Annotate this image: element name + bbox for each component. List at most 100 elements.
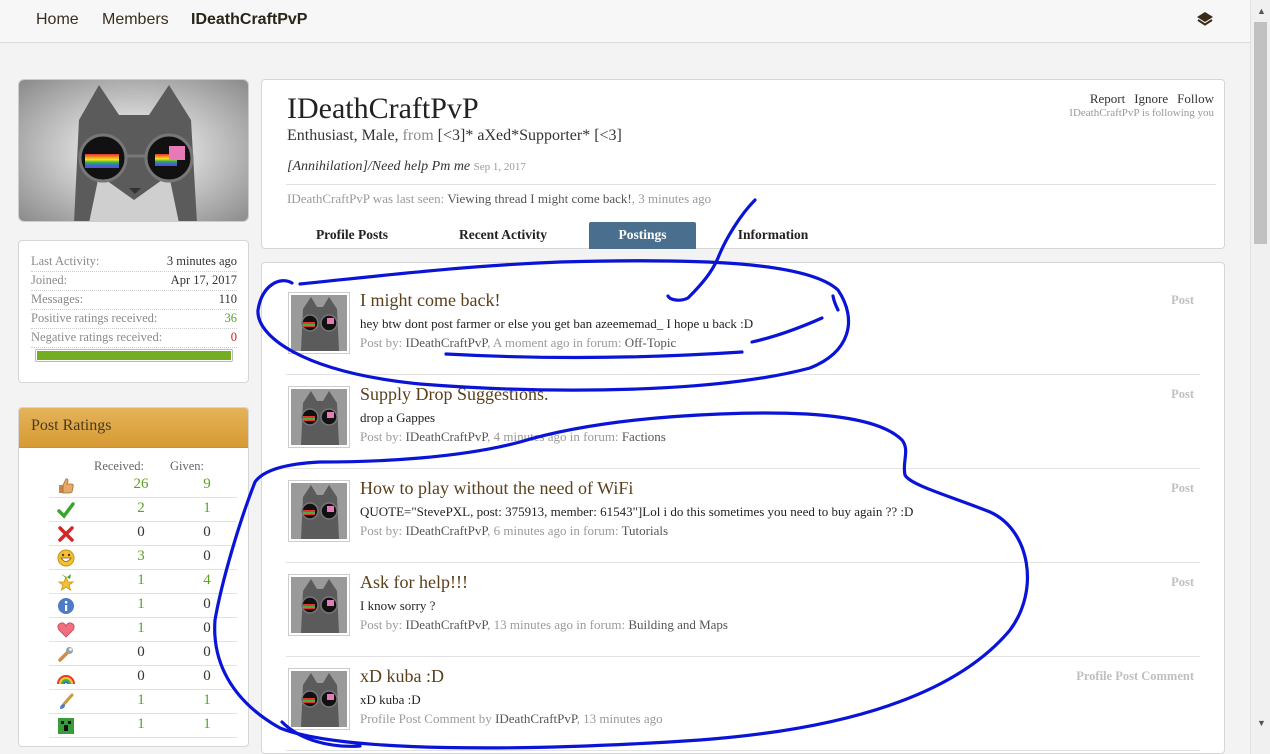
rating-received-count[interactable]: 1 bbox=[111, 716, 171, 733]
scroll-up-arrow-icon[interactable]: ▲ bbox=[1257, 6, 1266, 16]
tab-recent-activity[interactable]: Recent Activity bbox=[448, 222, 558, 249]
rating-given-count[interactable]: 0 bbox=[177, 596, 237, 613]
rating-given-count[interactable]: 1 bbox=[177, 500, 237, 517]
rating-given-count[interactable]: 0 bbox=[177, 668, 237, 685]
stat-value: 3 minutes ago bbox=[166, 254, 237, 268]
posting-author-link[interactable]: IDeathCraftPvP bbox=[406, 523, 488, 538]
member-stats: Last Activity: 3 minutes ago Joined: Apr 1… bbox=[18, 240, 249, 383]
rating-given-count[interactable]: 0 bbox=[177, 524, 237, 541]
nav-members[interactable]: Members bbox=[102, 11, 169, 29]
profile-status: [Annihilation]/Need help Pm me Sep 1, 20… bbox=[287, 159, 526, 175]
funny-face-icon bbox=[57, 549, 75, 567]
posting-forum-link[interactable]: Factions bbox=[622, 429, 666, 444]
posting-title-link[interactable]: How to play without the need of WiFi bbox=[360, 478, 633, 499]
blurb-location: [<3]* aXed*Supporter* [<3] bbox=[433, 127, 622, 144]
rating-given-count[interactable]: 9 bbox=[177, 476, 237, 493]
posting-forum-link[interactable]: Off-Topic bbox=[625, 335, 677, 350]
follow-link[interactable]: Follow bbox=[1177, 91, 1214, 106]
rating-given-count[interactable]: 0 bbox=[177, 620, 237, 637]
stat-positive-ratings: Positive ratings received: 36 bbox=[31, 311, 237, 330]
given-column-header: Given: bbox=[170, 459, 205, 473]
last-seen-prefix: IDeathCraftPvP was last seen: bbox=[287, 191, 448, 206]
check-icon bbox=[57, 501, 75, 519]
header-divider bbox=[286, 184, 1216, 185]
rating-given-count[interactable]: 0 bbox=[177, 548, 237, 565]
last-seen-time: , 3 minutes ago bbox=[631, 191, 712, 206]
thumbs-up-icon bbox=[57, 477, 75, 495]
posting-time: , 13 minutes ago in forum: bbox=[487, 617, 629, 632]
posting-author-avatar[interactable] bbox=[288, 668, 350, 730]
posting-type-label: Post bbox=[1171, 387, 1194, 401]
posting-forum-link[interactable]: Building and Maps bbox=[628, 617, 728, 632]
posting-author-link[interactable]: IDeathCraftPvP bbox=[406, 617, 488, 632]
posting-author-avatar[interactable] bbox=[288, 386, 350, 448]
posting-time: , 4 minutes ago in forum: bbox=[487, 429, 622, 444]
layers-icon[interactable] bbox=[1195, 9, 1215, 29]
posting-title-link[interactable]: Supply Drop Suggestions. bbox=[360, 384, 549, 405]
scrollbar-thumb[interactable] bbox=[1254, 22, 1267, 244]
profile-avatar[interactable] bbox=[18, 79, 249, 222]
nav-current-profile[interactable]: IDeathCraftPvP bbox=[191, 11, 307, 29]
status-text: [Annihilation]/Need help Pm me bbox=[287, 159, 471, 174]
rating-received-count[interactable]: 1 bbox=[111, 596, 171, 613]
rating-row: 26 9 bbox=[49, 474, 237, 498]
tab-postings[interactable]: Postings bbox=[589, 222, 696, 249]
rating-received-count[interactable]: 0 bbox=[111, 644, 171, 661]
rating-received-count[interactable]: 0 bbox=[111, 668, 171, 685]
received-column-header: Received: bbox=[94, 459, 144, 473]
rating-received-count[interactable]: 2 bbox=[111, 500, 171, 517]
posting-by-prefix: Post by: bbox=[360, 335, 406, 350]
posting-title-link[interactable]: xD kuba :D bbox=[360, 666, 444, 687]
posting-item: How to play without the need of WiFi QUOT… bbox=[286, 469, 1200, 563]
nav-home[interactable]: Home bbox=[36, 11, 79, 29]
rating-given-count[interactable]: 0 bbox=[177, 644, 237, 661]
posting-author-avatar[interactable] bbox=[288, 480, 350, 542]
creeper-icon bbox=[57, 717, 75, 735]
posting-by-prefix: Profile Post Comment by bbox=[360, 711, 496, 726]
rating-given-count[interactable]: 1 bbox=[177, 692, 237, 709]
posting-forum-link[interactable]: Tutorials bbox=[622, 523, 668, 538]
posting-time: , A moment ago in forum: bbox=[487, 335, 625, 350]
posting-author-link[interactable]: IDeathCraftPvP bbox=[406, 429, 488, 444]
posting-meta: Post by: IDeathCraftPvP, 6 minutes ago i… bbox=[360, 523, 668, 539]
cross-icon bbox=[57, 525, 75, 543]
scroll-down-arrow-icon[interactable]: ▼ bbox=[1257, 718, 1266, 728]
posting-snippet: xD kuba :D bbox=[360, 692, 421, 707]
rating-received-count[interactable]: 3 bbox=[111, 548, 171, 565]
ignore-link[interactable]: Ignore bbox=[1134, 91, 1168, 106]
stat-negative-ratings: Negative ratings received: 0 bbox=[31, 330, 237, 349]
stat-label: Last Activity: bbox=[31, 254, 100, 268]
rating-given-count[interactable]: 4 bbox=[177, 572, 237, 589]
stat-value: 36 bbox=[224, 311, 238, 325]
postings-feed: I might come back! hey btw dont post farm… bbox=[261, 262, 1225, 754]
last-seen-activity-link[interactable]: Viewing thread I might come back! bbox=[447, 191, 631, 206]
vertical-scrollbar[interactable]: ▲ ▼ bbox=[1250, 0, 1270, 754]
rating-received-count[interactable]: 26 bbox=[111, 476, 171, 493]
posting-meta: Post by: IDeathCraftPvP, 4 minutes ago i… bbox=[360, 429, 666, 445]
posting-type-label: Profile Post Comment bbox=[1076, 669, 1194, 683]
status-date[interactable]: Sep 1, 2017 bbox=[474, 161, 526, 173]
rating-row: 00 bbox=[49, 666, 237, 690]
rating-received-count[interactable]: 1 bbox=[111, 572, 171, 589]
posting-title-link[interactable]: I might come back! bbox=[360, 290, 500, 311]
rating-received-count[interactable]: 0 bbox=[111, 524, 171, 541]
posting-author-link[interactable]: IDeathCraftPvP bbox=[495, 711, 577, 726]
info-icon bbox=[57, 597, 75, 615]
posting-author-avatar[interactable] bbox=[288, 292, 350, 354]
rating-ratio-fill bbox=[37, 351, 231, 360]
rating-received-count[interactable]: 1 bbox=[111, 620, 171, 637]
posting-type-label: Post bbox=[1171, 293, 1194, 307]
rating-received-count[interactable]: 1 bbox=[111, 692, 171, 709]
tab-profile-posts[interactable]: Profile Posts bbox=[302, 222, 402, 249]
tab-information[interactable]: Information bbox=[728, 222, 818, 249]
rainbow-icon bbox=[57, 669, 75, 687]
stat-value: 110 bbox=[218, 292, 237, 306]
rating-given-count[interactable]: 1 bbox=[177, 716, 237, 733]
report-link[interactable]: Report bbox=[1090, 91, 1125, 106]
posting-author-link[interactable]: IDeathCraftPvP bbox=[406, 335, 488, 350]
rating-row: 10 bbox=[49, 594, 237, 618]
following-you-note: IDeathCraftPvP is following you bbox=[1069, 107, 1214, 119]
top-navigation: Home Members IDeathCraftPvP bbox=[0, 0, 1250, 43]
posting-author-avatar[interactable] bbox=[288, 574, 350, 636]
posting-title-link[interactable]: Ask for help!!! bbox=[360, 572, 468, 593]
